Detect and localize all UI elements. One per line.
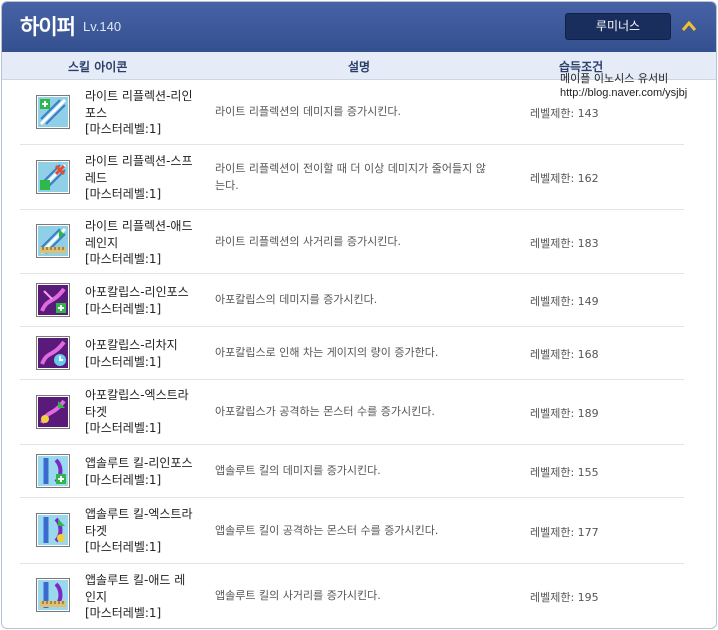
skill-name-line: 타겟 — [85, 523, 108, 538]
skill-level-requirement: 레벨제한: 143 — [530, 107, 599, 120]
skill-name-line: 아포칼립스-엑스트라 — [85, 388, 189, 402]
chevron-up-icon[interactable] — [681, 20, 697, 32]
absolute-kill-reinforce-icon — [36, 454, 70, 488]
skill-name-line: 인지 — [85, 589, 108, 604]
apocalypse-extra-target-icon — [36, 395, 70, 429]
column-skill-icon: 스킬 아이콘 — [68, 60, 128, 74]
light-reflection-spread-icon — [36, 160, 70, 194]
absolute-kill-add-range-icon — [36, 578, 70, 612]
table-row: 아포칼립스-리차지 [마스터레벨:1] 아포칼립스로 인해 차는 게이지의 량이… — [20, 327, 684, 380]
skill-name-line: 라이트 리플렉션-스프 — [85, 154, 193, 168]
skill-description: 라이트 리플렉션의 데미지를 증가시킨다. — [215, 105, 402, 118]
watermark-line-1: 메이플 이노시스 유서비 — [560, 72, 669, 85]
skill-name-line: 레드 — [85, 170, 108, 185]
absolute-kill-extra-target-icon — [36, 513, 70, 547]
skill-level-requirement: 레벨제한: 195 — [530, 591, 599, 604]
table-row: 라이트 리플렉션-애드 레인지 [마스터레벨:1] 라이트 리플렉션의 사거리를… — [20, 210, 684, 274]
watermark-line-2: http://blog.naver.com/ysjbj — [560, 87, 688, 99]
skill-master-level: [마스터레벨:1] — [85, 421, 162, 435]
blog-watermark: 메이플 이노시스 유서비 http://blog.naver.com/ysjbj — [560, 72, 716, 100]
skill-name-line: 앱솔루트 킬-엑스트라 — [85, 507, 193, 521]
page-title: 하이퍼 — [20, 15, 76, 39]
skill-master-level: [마스터레벨:1] — [85, 252, 162, 266]
skill-description: 라이트 리플렉션의 사거리를 증가시킨다. — [215, 235, 402, 248]
skill-master-level: [마스터레벨:1] — [85, 606, 162, 620]
skill-description: 앱솔루트 킬이 공격하는 몬스터 수를 증가시킨다. — [215, 524, 439, 537]
luminous-button[interactable]: 루미너스 — [565, 13, 671, 40]
skill-list: 라이트 리플렉션-리인 포스 [마스터레벨:1] 라이트 리플렉션의 데미지를 … — [20, 81, 684, 628]
skill-description: 는다. — [215, 178, 239, 192]
skill-level-requirement: 레벨제한: 149 — [530, 295, 599, 308]
table-row: 앱솔루트 킬-애드 레 인지 [마스터레벨:1] 앱솔루트 킬의 사거리를 증가… — [20, 564, 684, 628]
skill-name-line: 아포칼립스-리차지 — [85, 338, 178, 352]
skill-master-level: [마스터레벨:1] — [85, 472, 162, 487]
skill-name-line: 라이트 리플렉션-리인 — [85, 89, 193, 103]
skill-name-line: 앱솔루트 킬-리인포스 — [85, 456, 193, 470]
skill-master-level: [마스터레벨:1] — [85, 187, 162, 201]
apocalypse-reinforce-icon — [36, 283, 70, 317]
table-row: 앱솔루트 킬-리인포스 [마스터레벨:1] 앱솔루트 킬의 데미지를 증가시킨다… — [20, 445, 684, 498]
panel-header: 하이퍼 Lv.140 루미너스 — [2, 2, 716, 52]
apocalypse-recharge-icon — [36, 336, 70, 370]
skill-description: 앱솔루트 킬의 사거리를 증가시킨다. — [215, 589, 381, 602]
skill-description: 아포칼립스로 인해 차는 게이지의 량이 증가한다. — [215, 346, 439, 359]
skill-level-requirement: 레벨제한: 189 — [530, 407, 599, 420]
skill-name-line: 아포칼립스-리인포스 — [85, 285, 189, 299]
table-row: 앱솔루트 킬-엑스트라 타겟 [마스터레벨:1] 앱솔루트 킬이 공격하는 몬스… — [20, 498, 684, 564]
skill-level-requirement: 레벨제한: 162 — [530, 172, 599, 185]
skill-panel: 하이퍼 Lv.140 루미너스 스킬 아이콘 설명 습득조건 메이플 이노시스 … — [1, 1, 717, 629]
light-reflection-add-range-icon — [36, 224, 70, 258]
skill-description: 라이트 리플렉션이 전이할 때 더 이상 데미지가 줄어들지 않 — [215, 162, 486, 175]
skill-level-requirement: 레벨제한: 177 — [530, 526, 599, 539]
skill-name-line: 레인지 — [85, 235, 119, 250]
table-row: 라이트 리플렉션-스프 레드 [마스터레벨:1] 라이트 리플렉션이 전이할 때… — [20, 145, 684, 210]
level-label: Lv.140 — [83, 19, 122, 34]
skill-master-level: [마스터레벨:1] — [85, 354, 162, 369]
skill-level-requirement: 레벨제한: 183 — [530, 237, 599, 250]
skill-description: 아포칼립스가 공격하는 몬스터 수를 증가시킨다. — [215, 405, 435, 418]
skill-name-line: 포스 — [85, 105, 108, 120]
skill-name-line: 라이트 리플렉션-애드 — [85, 219, 193, 233]
skill-master-level: [마스터레벨:1] — [85, 122, 162, 136]
column-description: 설명 — [348, 60, 371, 74]
skill-master-level: [마스터레벨:1] — [85, 301, 162, 316]
light-reflection-reinforce-icon — [36, 95, 70, 129]
skill-level-requirement: 레벨제한: 168 — [530, 348, 599, 361]
skill-level-requirement: 레벨제한: 155 — [530, 466, 599, 479]
table-row: 아포칼립스-리인포스 [마스터레벨:1] 아포칼립스의 데미지를 증가시킨다. … — [20, 274, 684, 327]
skill-master-level: [마스터레벨:1] — [85, 540, 162, 554]
skill-description: 앱솔루트 킬의 데미지를 증가시킨다. — [215, 464, 381, 477]
table-row: 아포칼립스-엑스트라 타겟 [마스터레벨:1] 아포칼립스가 공격하는 몬스터 … — [20, 380, 684, 445]
skill-name-line: 앱솔루트 킬-애드 레 — [85, 573, 186, 587]
skill-description: 아포칼립스의 데미지를 증가시킨다. — [215, 293, 378, 306]
skill-name-line: 타겟 — [85, 404, 108, 419]
